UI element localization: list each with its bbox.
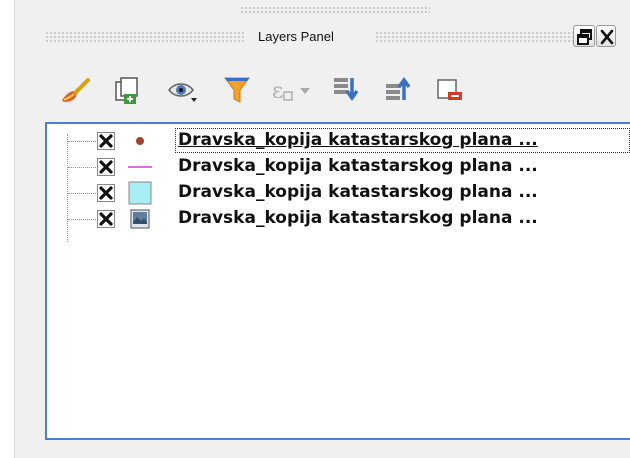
- remove-layer-icon: [437, 79, 462, 100]
- paintbrush-style-icon: [62, 78, 90, 102]
- float-window-icon: [577, 29, 592, 45]
- layer-name[interactable]: Dravska_kopija katastarskog plana ...: [178, 130, 538, 150]
- tree-branch: [68, 219, 96, 220]
- add-group-icon: [115, 77, 138, 104]
- add-group-button[interactable]: [110, 72, 146, 108]
- layer-name[interactable]: Dravska_kopija katastarskog plana ...: [178, 208, 538, 228]
- layer-visibility-checkbox[interactable]: [97, 184, 115, 202]
- panel-titlebar[interactable]: Layers Panel: [40, 22, 630, 52]
- titlebar-grip-right[interactable]: [375, 31, 575, 43]
- remove-layer-button[interactable]: [432, 72, 468, 108]
- layer-name[interactable]: Dravska_kopija katastarskog plana ...: [178, 182, 538, 202]
- collapse-all-icon: [386, 76, 411, 100]
- layer-tree[interactable]: Dravska_kopija katastarskog plana ... Dr…: [45, 122, 630, 440]
- close-icon: [600, 29, 614, 45]
- layers-toolbar: ε: [48, 72, 608, 112]
- polygon-fill-icon: [128, 181, 152, 205]
- layer-row-polygon[interactable]: Dravska_kopija katastarskog plana ...: [47, 180, 630, 206]
- filter-legend-button[interactable]: [220, 72, 256, 108]
- eye-visibility-icon: [168, 83, 197, 102]
- layer-row-line[interactable]: Dravska_kopija katastarskog plana ...: [47, 154, 630, 180]
- collapse-all-button[interactable]: [380, 72, 416, 108]
- titlebar-grip-left[interactable]: [45, 31, 245, 43]
- tree-branch: [68, 193, 96, 194]
- layer-row-raster[interactable]: Dravska_kopija katastarskog plana ...: [47, 206, 630, 232]
- layer-name[interactable]: Dravska_kopija katastarskog plana ...: [178, 156, 538, 176]
- visibility-button[interactable]: [165, 72, 201, 108]
- layer-visibility-checkbox[interactable]: [97, 158, 115, 176]
- raster-image-icon: [130, 209, 150, 229]
- close-button[interactable]: [596, 25, 616, 47]
- panel-title: Layers Panel: [258, 29, 334, 44]
- layer-visibility-checkbox[interactable]: [97, 132, 115, 150]
- dock-drag-handle[interactable]: [240, 6, 430, 14]
- undock-button[interactable]: [573, 25, 595, 47]
- tree-branch: [68, 167, 96, 168]
- filter-funnel-icon: [224, 77, 250, 103]
- filter-dropdown-button[interactable]: [296, 72, 318, 108]
- style-manager-button[interactable]: [58, 72, 94, 108]
- tree-branch: [68, 141, 96, 142]
- svg-text:ε: ε: [272, 79, 283, 104]
- line-icon: [128, 166, 152, 168]
- left-margin: [0, 0, 14, 458]
- layer-row-point[interactable]: Dravska_kopija katastarskog plana ...: [47, 128, 630, 154]
- panel-edge: [14, 0, 15, 458]
- point-dot-icon: [136, 137, 144, 145]
- expand-all-icon: [334, 78, 359, 102]
- layer-visibility-checkbox[interactable]: [97, 210, 115, 228]
- dropdown-arrow-icon: [300, 88, 310, 94]
- expand-all-button[interactable]: [328, 72, 364, 108]
